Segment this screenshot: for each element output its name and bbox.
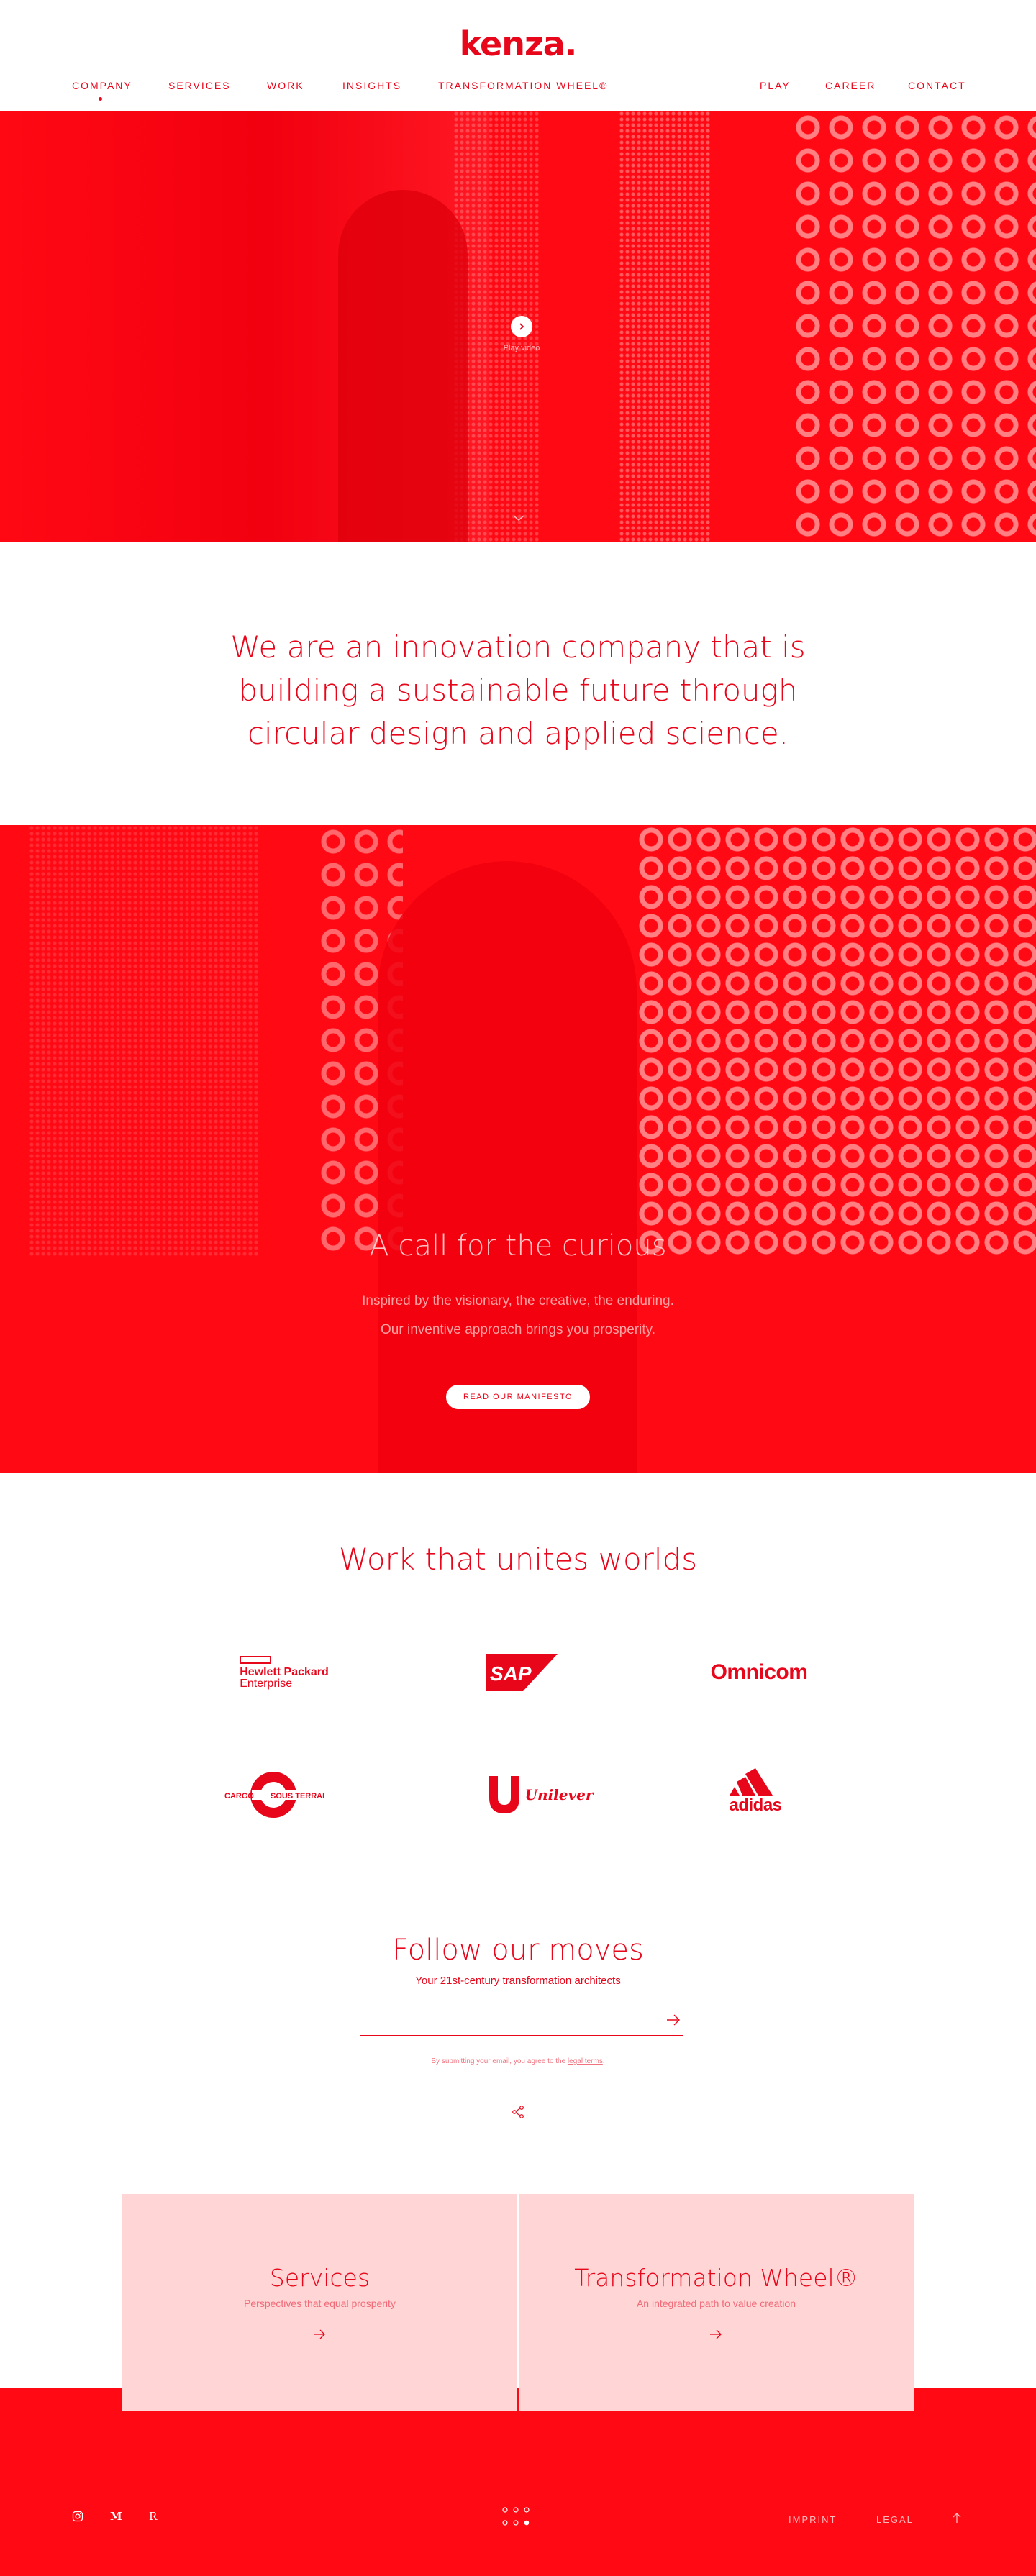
medium-icon[interactable]: M [110,2510,122,2523]
nav-company[interactable]: COMPANY [72,79,132,92]
newsletter-subtitle: Your 21st-century transformation archite… [415,1975,621,1987]
unilever-text: Unilever [524,1786,594,1803]
hero-pattern-panel [619,111,712,542]
nav-career[interactable]: CAREER [825,79,876,92]
instagram-icon[interactable] [72,2511,83,2522]
r-icon[interactable]: R [149,2510,157,2523]
share-icon[interactable] [511,2105,525,2119]
manifesto-figure [378,861,637,1473]
manifesto-line: Our inventive approach brings you prospe… [381,1322,655,1337]
hpe-line1: Hewlett Packard [240,1665,329,1678]
manifesto-line: Inspired by the visionary, the creative,… [362,1293,674,1309]
site-header: kenza. COMPANY SERVICES WORK INSIGHTS TR… [0,0,1036,111]
logo-omnicom: Omnicom [698,1647,820,1698]
nav-services[interactable]: SERVICES [168,79,231,92]
card-services-title: Services [269,2264,371,2292]
manifesto-pattern-panel [637,825,1036,1257]
nav-active-indicator [99,97,102,101]
arrow-right-icon [314,2329,325,2339]
hero-figure [338,190,468,542]
play-video-button[interactable] [511,316,532,337]
kenza-logo[interactable]: kenza. [0,24,1036,63]
unilever-u-icon [489,1776,519,1813]
card-wheel-title: Transformation Wheel® [574,2264,858,2292]
hpe-line2: Enterprise [240,1677,293,1690]
hero-pattern-panel [791,111,1036,542]
newsletter-title: Follow our moves [392,1934,644,1967]
adidas-text: adidas [729,1796,782,1815]
sap-text: SAP [490,1662,532,1685]
manifesto-pattern-panel [29,825,259,1257]
arrow-up-icon[interactable] [951,2512,963,2523]
legal-link[interactable]: LEGAL [876,2514,914,2525]
play-video-label: Play video [503,344,540,352]
grid-menu-icon[interactable] [501,2506,537,2529]
chevron-right-icon [519,323,524,330]
nav-insights[interactable]: INSIGHTS [342,79,401,92]
nav-contact[interactable]: CONTACT [908,79,966,92]
submit-arrow-icon[interactable] [665,2013,681,2027]
mission-statement: We are an innovation company that is bui… [0,626,1036,755]
legal-note: By submitting your email, you agree to t… [0,2057,1036,2065]
logo-unilever: Unilever [478,1770,601,1820]
logo-adidas: adidas [712,1766,799,1816]
logo-cargo-sous-terrain: CARGO SOUS TERRAIN [219,1770,327,1820]
legal-note-suffix: . [602,2057,605,2065]
hero-video: Play video [0,111,1036,542]
clients-title: Work that unites worlds [338,1542,698,1577]
imprint-link[interactable]: IMPRINT [789,2514,837,2525]
cargo-left-text: CARGO [224,1792,254,1801]
legal-terms-link[interactable]: legal terms [568,2057,603,2065]
adidas-stripes-icon [730,1768,773,1796]
omnicom-text: Omnicom [710,1660,808,1684]
legal-note-text: By submitting your email, you agree to t… [431,2057,566,2065]
chevron-down-icon[interactable] [512,514,525,522]
read-manifesto-button[interactable]: READ OUR MANIFESTO [446,1385,590,1409]
logo-sap: SAP [482,1647,561,1698]
mission-line: We are an innovation company that is [230,629,806,665]
manifesto-section: A call for the curious Inspired by the v… [0,825,1036,1473]
card-transformation-wheel[interactable]: Transformation Wheel® An integrated path… [519,2194,914,2411]
nav-work[interactable]: WORK [267,79,304,92]
arrow-right-icon [710,2329,722,2339]
logo-hewlett-packard-enterprise: Hewlett Packard Enterprise [223,1647,345,1698]
mission-line: building a sustainable future through [238,673,798,708]
card-services[interactable]: Services Perspectives that equal prosper… [122,2194,517,2411]
mission-line: circular design and applied science. [247,716,789,751]
card-wheel-subtitle: An integrated path to value creation [636,2298,796,2309]
footer [0,2388,1036,2576]
email-field[interactable] [360,2007,683,2036]
nav-play[interactable]: PLAY [760,79,791,92]
hpe-rectangle-icon [240,1655,272,1664]
card-services-subtitle: Perspectives that equal prosperity [244,2298,396,2309]
manifesto-body: Inspired by the visionary, the creative,… [0,1287,1036,1344]
manifesto-title: A call for the curious [369,1229,667,1262]
nav-transformation-wheel[interactable]: TRANSFORMATION WHEEL® [438,79,608,92]
cargo-right-text: SOUS TERRAIN [271,1792,324,1801]
